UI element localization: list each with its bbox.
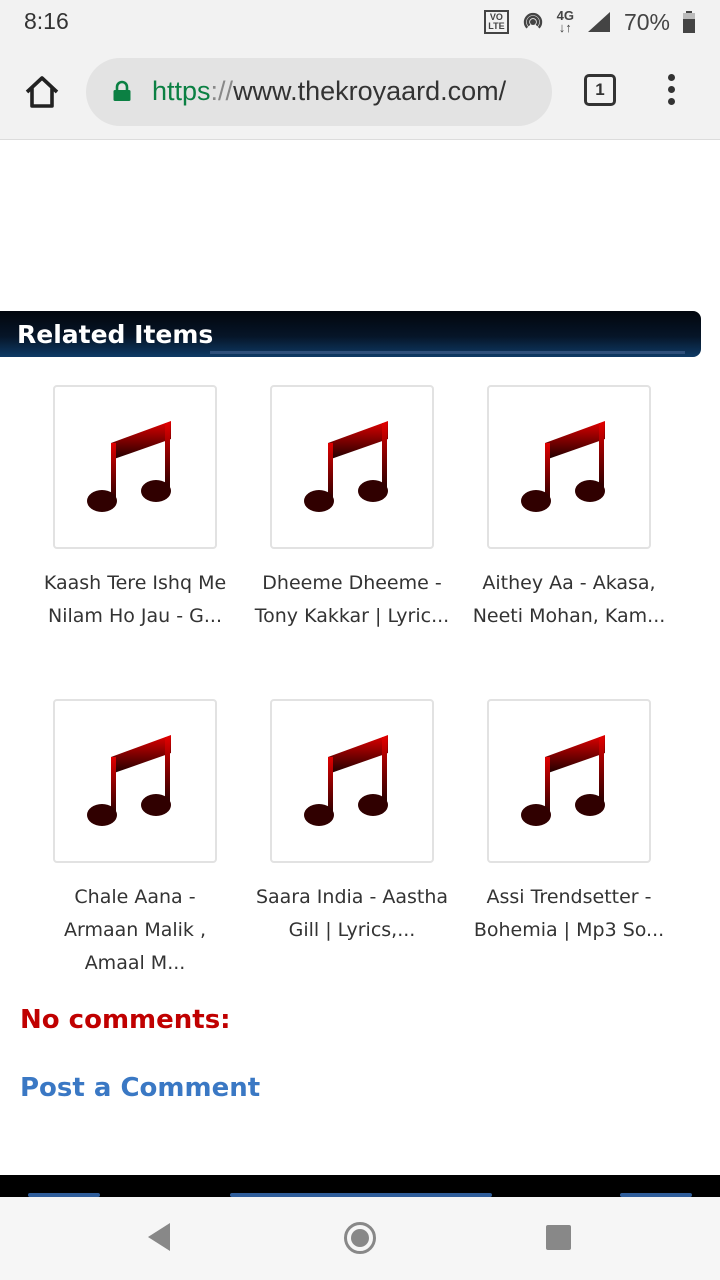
music-note-icon — [521, 421, 605, 512]
footer-strip — [0, 1175, 720, 1197]
item-title-line: Armaan Malik , — [63, 919, 207, 941]
item-thumbnail[interactable] — [270, 385, 434, 549]
url-text: https://www.thekroyaard.com/ — [152, 76, 506, 107]
item-title-line: Amaal M... — [84, 952, 186, 974]
item-title-line: Aithey Aa - Akasa, — [482, 572, 656, 594]
status-bar: 8:16 VO LTE 4G ↓↑ 70% — [0, 0, 720, 44]
url-separator: :// — [210, 76, 234, 106]
hotspot-icon — [523, 12, 542, 29]
home-icon[interactable] — [22, 72, 62, 112]
item-title-line: Kaash Tere Ishq Me — [43, 572, 227, 594]
item-title[interactable]: Chale Aana - Armaan Malik , Amaal M... — [30, 881, 240, 980]
item-title[interactable]: Dheeme Dheeme - Tony Kakkar | Lyric... — [247, 567, 457, 633]
recent-apps-icon[interactable] — [546, 1225, 571, 1250]
item-title-line: Neeti Mohan, Kam... — [472, 605, 666, 627]
battery-icon — [683, 11, 695, 33]
item-thumbnail[interactable] — [487, 699, 651, 863]
item-title-line: Chale Aana - — [74, 886, 196, 908]
item-title-line: Tony Kakkar | Lyric... — [254, 605, 450, 627]
item-title-line: Nilam Ho Jau - G... — [48, 605, 222, 627]
related-items-header: Related Items — [0, 311, 701, 357]
music-note-icon — [87, 421, 171, 512]
related-items-title: Related Items — [17, 320, 214, 349]
music-note-icon — [304, 735, 388, 826]
item-title[interactable]: Kaash Tere Ishq Me Nilam Ho Jau - G... — [30, 567, 240, 633]
item-title-line: Assi Trendsetter - — [486, 886, 652, 908]
no-comments-heading: No comments: — [20, 1005, 231, 1035]
item-title-line: Saara India - Aastha — [255, 886, 449, 908]
volte-label-bottom: LTE — [488, 21, 505, 31]
home-circle-icon[interactable] — [344, 1222, 376, 1254]
battery-percent: 70% — [623, 8, 670, 35]
signal-icon — [587, 12, 610, 32]
item-title[interactable]: Aithey Aa - Akasa, Neeti Mohan, Kam... — [464, 567, 674, 633]
post-comment-link[interactable]: Post a Comment — [20, 1073, 260, 1103]
item-thumbnail[interactable] — [53, 699, 217, 863]
status-time: 8:16 — [24, 8, 69, 34]
status-icons: VO LTE 4G ↓↑ 70% — [484, 8, 696, 36]
network-4g-icon: 4G ↓↑ — [557, 9, 574, 35]
lock-icon — [113, 80, 131, 101]
url-host: www.thekroyaard.com/ — [233, 76, 507, 106]
item-thumbnail[interactable] — [53, 385, 217, 549]
item-title-line: Bohemia | Mp3 So... — [473, 919, 665, 941]
volte-icon: VO LTE — [484, 10, 509, 34]
music-note-icon — [304, 421, 388, 512]
item-thumbnail[interactable] — [487, 385, 651, 549]
data-arrows-icon: ↓↑ — [558, 20, 572, 35]
music-note-icon — [521, 735, 605, 826]
item-thumbnail[interactable] — [270, 699, 434, 863]
tab-switcher-icon[interactable]: 1 — [584, 74, 616, 106]
item-title-line: Dheeme Dheeme - — [262, 572, 442, 594]
more-vert-icon[interactable] — [660, 74, 682, 110]
music-note-icon — [87, 735, 171, 826]
item-title[interactable]: Assi Trendsetter - Bohemia | Mp3 So... — [464, 881, 674, 947]
back-icon[interactable] — [146, 1221, 172, 1253]
item-title[interactable]: Saara India - Aastha Gill | Lyrics,... — [247, 881, 457, 947]
address-bar[interactable]: https://www.thekroyaard.com/ — [86, 58, 552, 126]
item-title-line: Gill | Lyrics,... — [288, 919, 416, 941]
url-scheme: https — [152, 76, 211, 106]
system-nav-bar — [0, 1197, 720, 1280]
browser-toolbar: https://www.thekroyaard.com/ 1 — [0, 44, 720, 140]
